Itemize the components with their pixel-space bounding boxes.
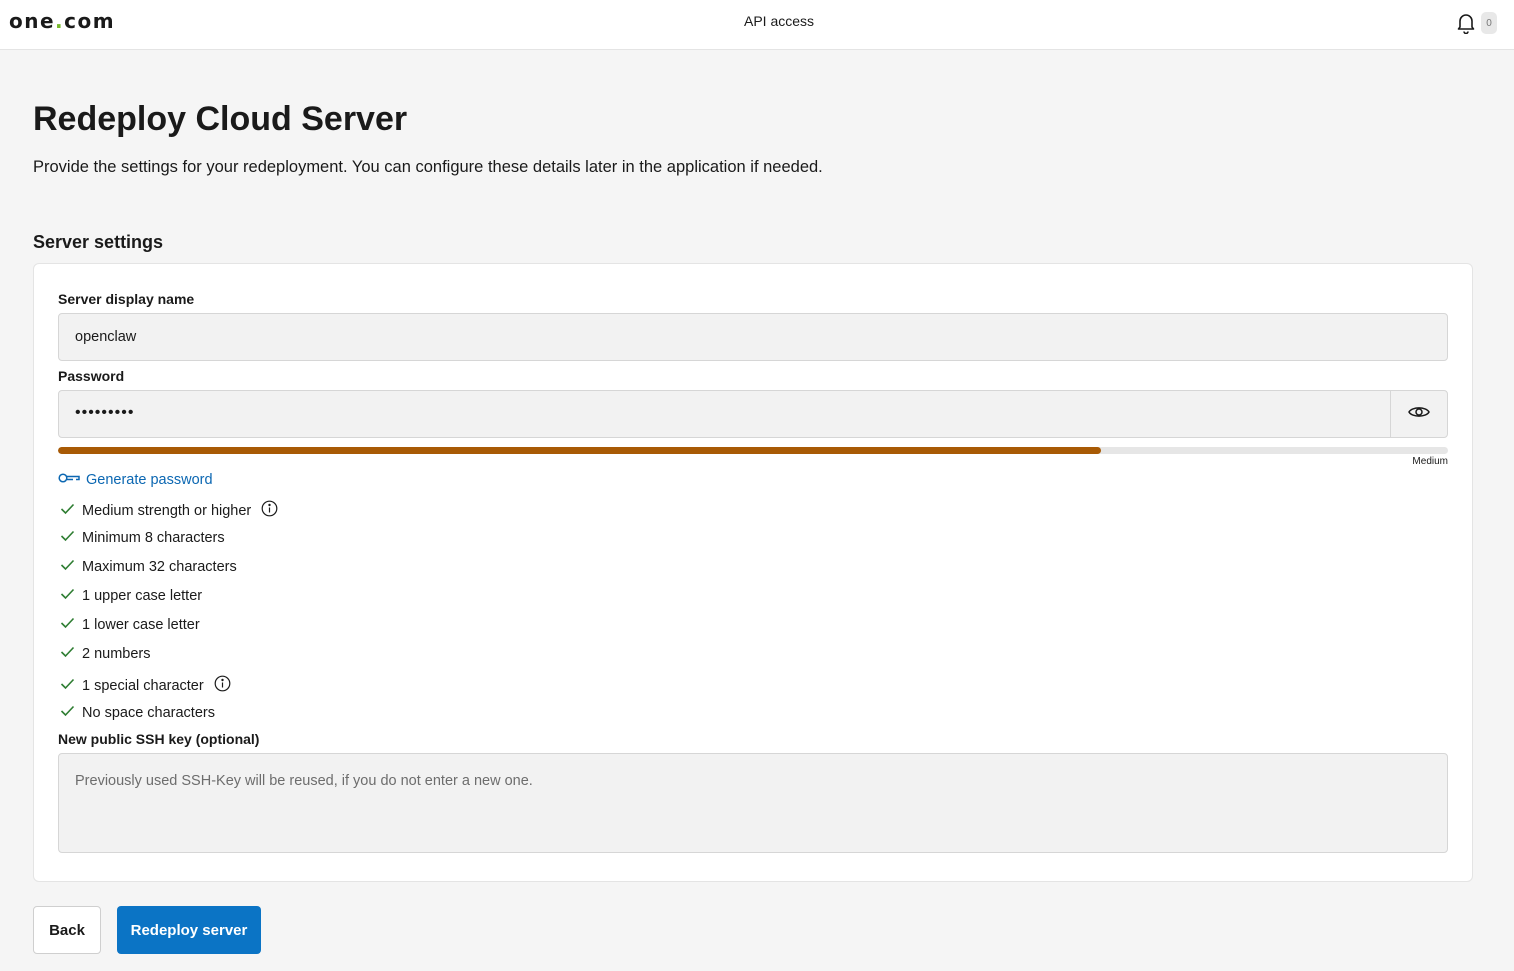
password-rule-item: No space characters bbox=[60, 705, 215, 721]
password-rule-label: Maximum 32 characters bbox=[82, 559, 237, 575]
display-name-input[interactable] bbox=[58, 313, 1448, 361]
section-title-server-settings: Server settings bbox=[33, 232, 164, 252]
page-description: Provide the settings for your redeployme… bbox=[33, 158, 823, 176]
password-masked-value: ••••••••• bbox=[75, 404, 135, 421]
eye-icon bbox=[1408, 405, 1430, 424]
notification-count-badge[interactable]: 0 bbox=[1481, 12, 1497, 34]
generate-password-link[interactable]: Generate password bbox=[58, 472, 213, 488]
password-rule-label: 1 upper case letter bbox=[82, 588, 203, 604]
api-access-link[interactable]: API access bbox=[744, 13, 814, 29]
password-rule-item: 1 special character bbox=[60, 675, 231, 696]
logo-text-com: com bbox=[64, 9, 116, 33]
display-name-label: Server display name bbox=[58, 291, 195, 307]
logo-dot: . bbox=[55, 9, 65, 33]
password-rule-label: 1 lower case letter bbox=[82, 617, 200, 633]
password-strength-bar bbox=[58, 447, 1448, 454]
password-field[interactable]: ••••••••• bbox=[58, 390, 1448, 438]
ssh-key-textarea[interactable] bbox=[58, 753, 1448, 853]
password-rule-item: Minimum 8 characters bbox=[60, 530, 225, 546]
password-rule-item: 1 lower case letter bbox=[60, 617, 200, 633]
check-icon bbox=[60, 678, 75, 694]
redeploy-server-button[interactable]: Redeploy server bbox=[117, 906, 261, 954]
password-rule-label: Medium strength or higher bbox=[82, 502, 252, 519]
password-rule-label: 2 numbers bbox=[82, 646, 151, 662]
check-icon bbox=[60, 503, 75, 519]
check-icon bbox=[60, 617, 75, 633]
one-com-logo[interactable]: one.com bbox=[9, 9, 115, 33]
password-rule-item: Medium strength or higher bbox=[60, 500, 278, 521]
password-strength-label: Medium bbox=[1412, 456, 1448, 467]
info-icon[interactable] bbox=[261, 500, 278, 521]
check-icon bbox=[60, 530, 75, 546]
back-button[interactable]: Back bbox=[33, 906, 101, 954]
check-icon bbox=[60, 646, 75, 662]
key-icon bbox=[58, 472, 80, 488]
password-rule-item: 2 numbers bbox=[60, 646, 151, 662]
password-rule-label: 1 special character bbox=[82, 677, 204, 694]
password-rule-item: 1 upper case letter bbox=[60, 588, 202, 604]
password-rule-label: No space characters bbox=[82, 705, 215, 721]
password-label: Password bbox=[58, 368, 125, 384]
logo-text-one: one bbox=[9, 9, 56, 33]
password-strength-fill bbox=[58, 447, 1101, 454]
toggle-password-visibility-button[interactable] bbox=[1390, 391, 1447, 437]
password-rule-label: Minimum 8 characters bbox=[82, 530, 225, 546]
check-icon bbox=[60, 559, 75, 575]
check-icon bbox=[60, 588, 75, 604]
bell-icon[interactable] bbox=[1456, 12, 1476, 35]
check-icon bbox=[60, 705, 75, 721]
ssh-key-label: New public SSH key (optional) bbox=[58, 731, 260, 747]
generate-password-label: Generate password bbox=[86, 472, 213, 488]
top-bar: one.com API access 0 bbox=[0, 0, 1514, 50]
page-title: Redeploy Cloud Server bbox=[33, 100, 408, 138]
info-icon[interactable] bbox=[214, 675, 231, 696]
password-rule-item: Maximum 32 characters bbox=[60, 559, 237, 575]
